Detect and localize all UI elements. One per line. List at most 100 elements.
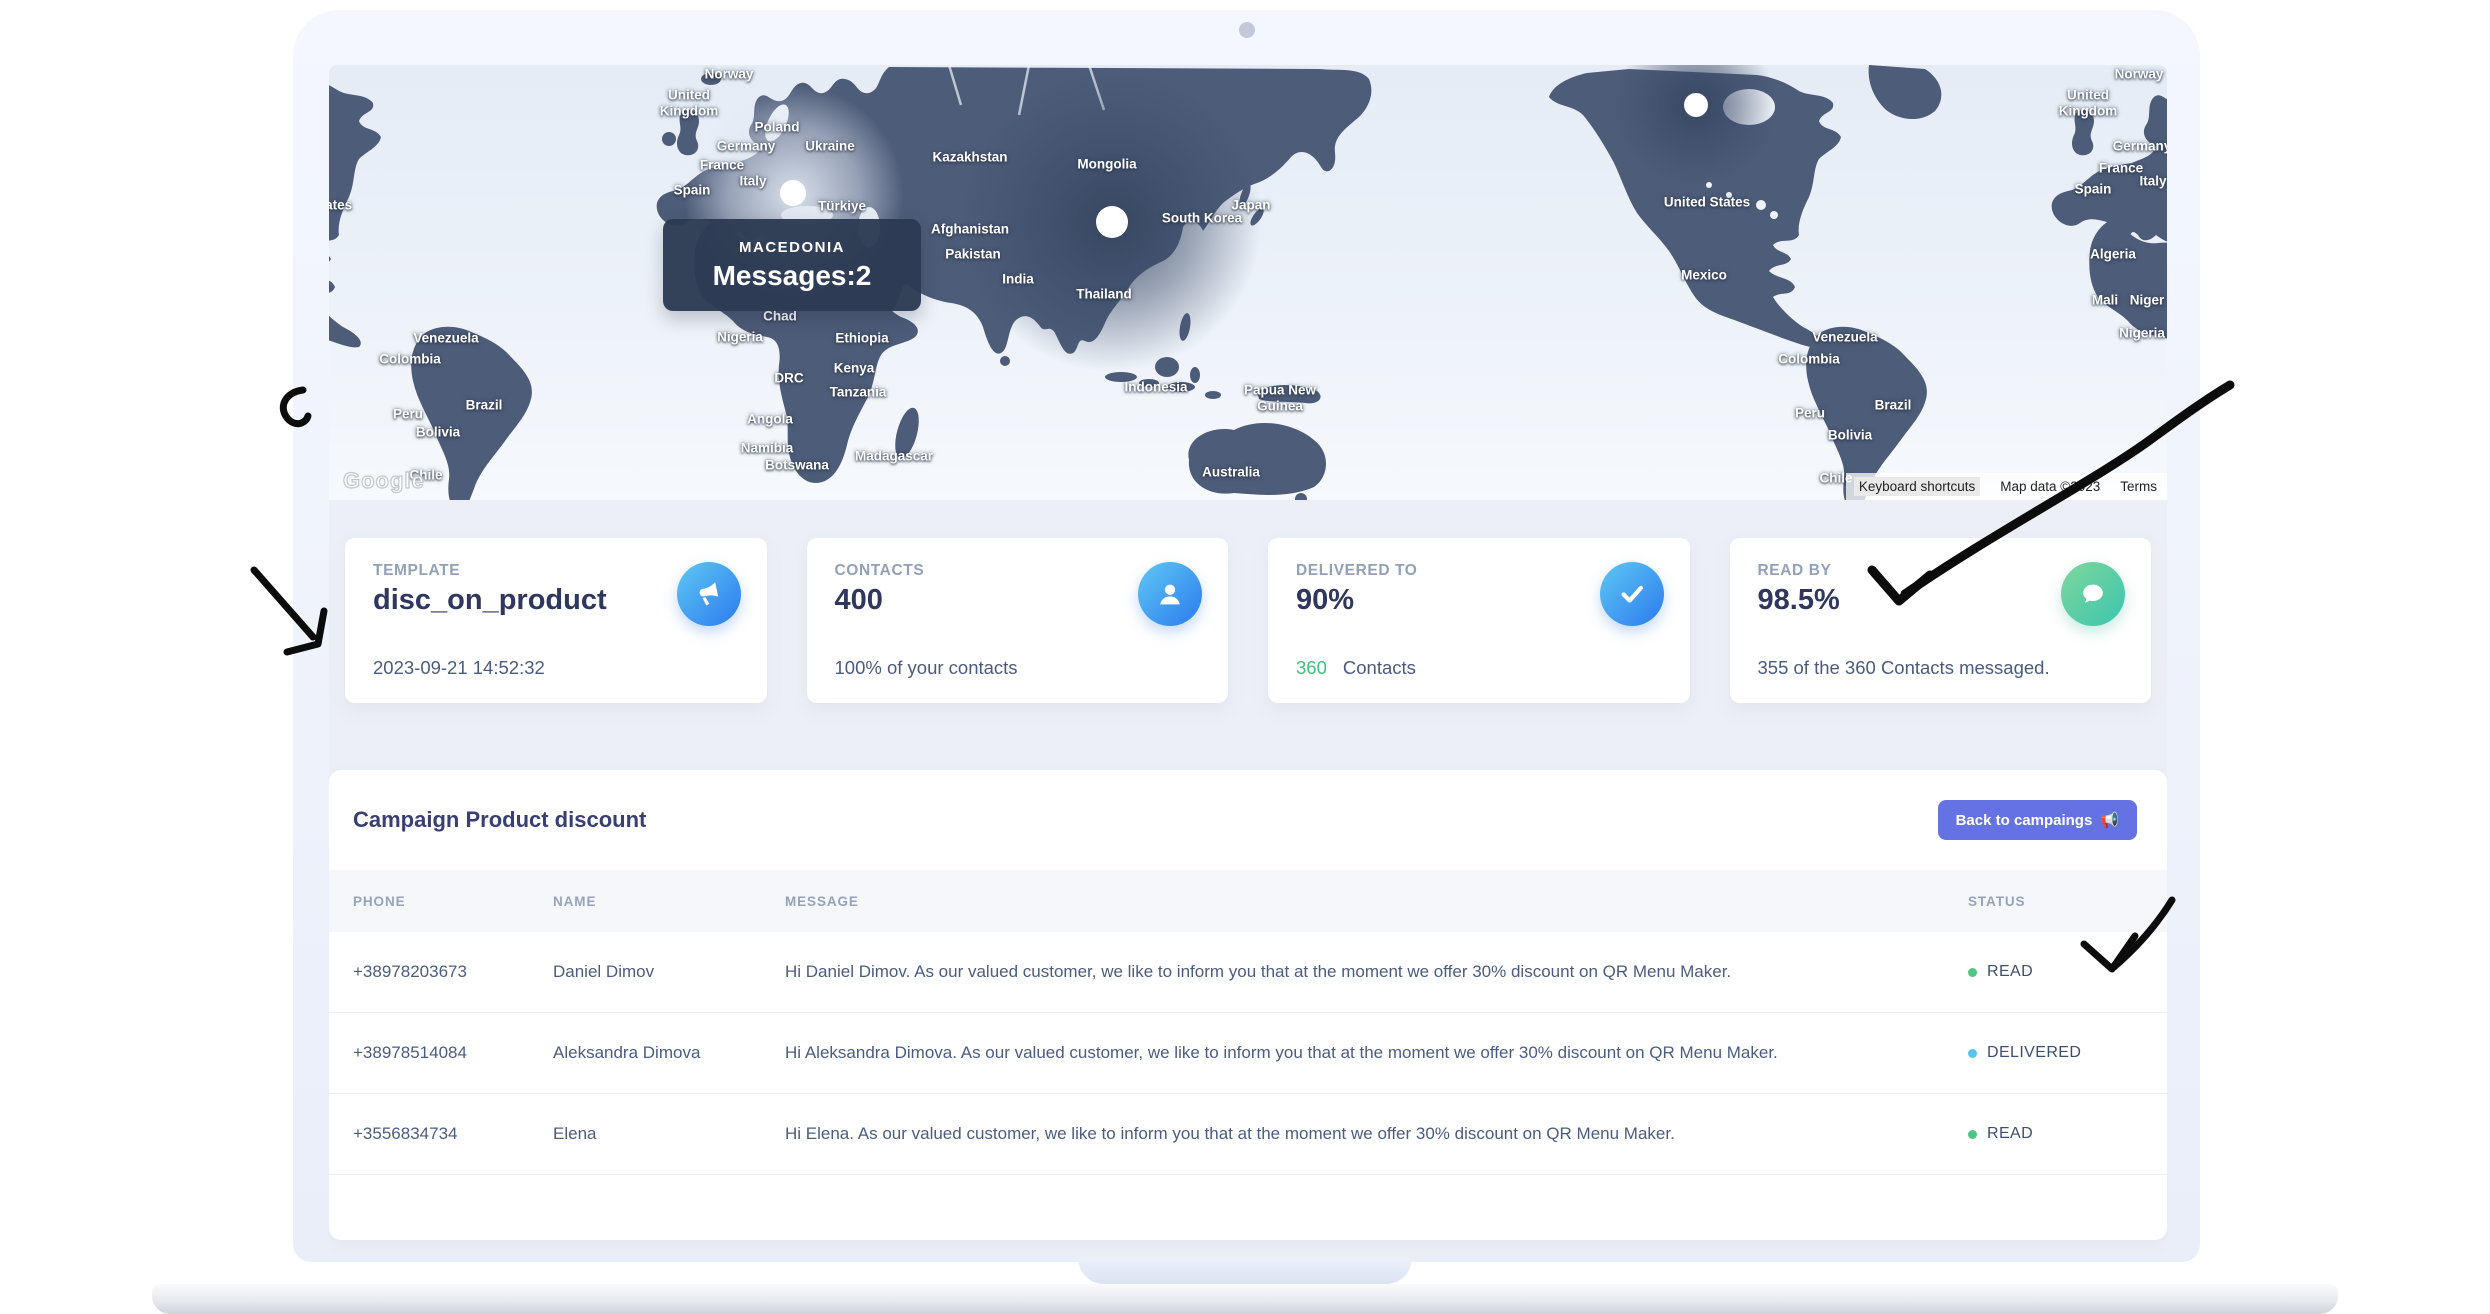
map-label: France bbox=[2099, 161, 2143, 176]
delivered-count: 360 bbox=[1296, 657, 1327, 678]
map-label: Indonesia bbox=[1124, 380, 1187, 395]
map-label: Angola bbox=[747, 412, 793, 427]
cell-phone: +38978514084 bbox=[353, 1043, 553, 1063]
column-header-status: STATUS bbox=[1968, 894, 2143, 909]
page: NorwayUnitedKingdomPolandGermanyUkraineF… bbox=[0, 0, 2490, 1314]
cell-name: Aleksandra Dimova bbox=[553, 1043, 785, 1063]
map-label: South Korea bbox=[1162, 211, 1242, 226]
stats-row: TEMPLATE disc_on_product 2023-09-21 14:5… bbox=[329, 500, 2167, 703]
map-label: United bbox=[2067, 88, 2109, 103]
status-dot bbox=[1968, 968, 1977, 977]
map-data-label: Map data ©2023 bbox=[2000, 479, 2100, 494]
map-label: United States bbox=[329, 198, 352, 213]
map-label: Colombia bbox=[1778, 352, 1840, 367]
cell-phone: +3556834734 bbox=[353, 1124, 553, 1144]
map-label: Mongolia bbox=[1077, 157, 1136, 172]
campaign-panel: Campaign Product discount Back to campai… bbox=[329, 770, 2167, 1240]
status-dot bbox=[1968, 1049, 1977, 1058]
stat-label: DELIVERED TO bbox=[1296, 562, 1417, 580]
user-icon bbox=[1138, 562, 1202, 626]
stat-sub: 2023-09-21 14:52:32 bbox=[373, 657, 545, 679]
map-marker-north-america[interactable] bbox=[1684, 93, 1708, 117]
cell-status: READ bbox=[1968, 963, 2143, 981]
map-label: Brazil bbox=[1875, 398, 1912, 413]
column-header-phone: PHONE bbox=[353, 894, 553, 909]
map-label: Venezuela bbox=[413, 331, 478, 346]
map-label: Kazakhstan bbox=[932, 150, 1007, 165]
map-label: Brazil bbox=[466, 398, 503, 413]
dashboard-screen: NorwayUnitedKingdomPolandGermanyUkraineF… bbox=[329, 65, 2167, 1255]
map-label: Tanzania bbox=[830, 385, 887, 400]
map-label: Venezuela bbox=[1812, 330, 1877, 345]
map-label: Mali bbox=[2092, 293, 2118, 308]
stat-sub: 100% of your contacts bbox=[835, 657, 1018, 679]
map-label: France bbox=[700, 158, 744, 173]
laptop-base bbox=[152, 1284, 2338, 1314]
map-label: Germany bbox=[717, 139, 776, 154]
cell-status: DELIVERED bbox=[1968, 1044, 2143, 1062]
map-label: India bbox=[1002, 272, 1034, 287]
map-label: Kingdom bbox=[660, 104, 719, 119]
stat-label: READ BY bbox=[1758, 562, 1832, 580]
campaign-panel-header: Campaign Product discount Back to campai… bbox=[329, 770, 2167, 870]
status-label: READ bbox=[1987, 1125, 2033, 1143]
world-map-svg bbox=[329, 65, 2167, 500]
map-label: Japan bbox=[1231, 198, 1270, 213]
check-icon bbox=[1600, 562, 1664, 626]
campaign-title: Campaign Product discount bbox=[353, 807, 646, 833]
chat-bubble-icon bbox=[2061, 562, 2125, 626]
back-to-campaigns-button[interactable]: Back to campaings 📢 bbox=[1938, 800, 2137, 840]
laptop-screen-bezel: NorwayUnitedKingdomPolandGermanyUkraineF… bbox=[293, 10, 2200, 1262]
map-label: Bolivia bbox=[1828, 428, 1872, 443]
map-label: Germany bbox=[2113, 139, 2167, 154]
cell-phone: +38978203673 bbox=[353, 962, 553, 982]
map-label: Peru bbox=[1795, 406, 1825, 421]
cell-message: Hi Aleksandra Dimova. As our valued cust… bbox=[785, 1043, 1968, 1063]
tooltip-country: MACEDONIA bbox=[663, 239, 921, 256]
map-label: Kingdom bbox=[2059, 104, 2118, 119]
world-map[interactable]: NorwayUnitedKingdomPolandGermanyUkraineF… bbox=[329, 65, 2167, 500]
stat-card-read: READ BY 98.5% 355 of the 360 Contacts me… bbox=[1730, 538, 2152, 703]
map-label: Nigeria bbox=[717, 330, 763, 345]
map-attribution: Keyboard shortcuts Map data ©2023 Terms bbox=[1846, 473, 2167, 500]
map-label: Peru bbox=[393, 407, 423, 422]
map-label: Australia bbox=[1202, 465, 1260, 480]
map-label: Namibia bbox=[741, 441, 794, 456]
map-label: Bolivia bbox=[416, 425, 460, 440]
dashboard-body: TEMPLATE disc_on_product 2023-09-21 14:5… bbox=[329, 500, 2167, 1240]
map-label: Italy bbox=[2139, 174, 2166, 189]
table-row: +3556834734 Elena Hi Elena. As our value… bbox=[329, 1094, 2167, 1175]
google-logo[interactable]: Google bbox=[343, 468, 425, 494]
map-label: Nigeria bbox=[2119, 326, 2165, 341]
stat-sub: 360Contacts bbox=[1296, 657, 1416, 679]
map-label: Colombia bbox=[379, 352, 441, 367]
laptop-hinge-tab bbox=[1078, 1258, 1412, 1284]
map-marker-asia[interactable] bbox=[1096, 206, 1128, 238]
map-label: Niger bbox=[2130, 293, 2165, 308]
map-label: Ethiopia bbox=[835, 331, 888, 346]
table-row: +38978514084 Aleksandra Dimova Hi Aleksa… bbox=[329, 1013, 2167, 1094]
map-label: United bbox=[668, 88, 710, 103]
stat-value: disc_on_product bbox=[373, 584, 607, 617]
stat-sub: 355 of the 360 Contacts messaged. bbox=[1758, 657, 2050, 679]
status-label: DELIVERED bbox=[1987, 1044, 2081, 1062]
map-label: Poland bbox=[754, 120, 799, 135]
terms-link[interactable]: Terms bbox=[2120, 479, 2157, 494]
map-label: Algeria bbox=[2090, 247, 2136, 262]
map-label: Türkiye bbox=[818, 199, 866, 214]
back-button-label: Back to campaings bbox=[1956, 812, 2093, 829]
cell-message: Hi Daniel Dimov. As our valued customer,… bbox=[785, 962, 1968, 982]
stat-value: 400 bbox=[835, 584, 883, 617]
stat-value: 98.5% bbox=[1758, 584, 1840, 617]
map-label: Kenya bbox=[834, 361, 875, 376]
map-label: Mexico bbox=[1681, 268, 1727, 283]
stat-label: TEMPLATE bbox=[373, 562, 460, 580]
cell-status: READ bbox=[1968, 1125, 2143, 1143]
cell-name: Elena bbox=[553, 1124, 785, 1144]
megaphone-icon bbox=[677, 562, 741, 626]
map-marker-europe[interactable] bbox=[780, 180, 806, 206]
map-label: Afghanistan bbox=[931, 222, 1009, 237]
keyboard-shortcuts-link[interactable]: Keyboard shortcuts bbox=[1854, 477, 1980, 496]
map-label: Spain bbox=[2075, 182, 2112, 197]
map-label: Guinea bbox=[1257, 399, 1303, 414]
